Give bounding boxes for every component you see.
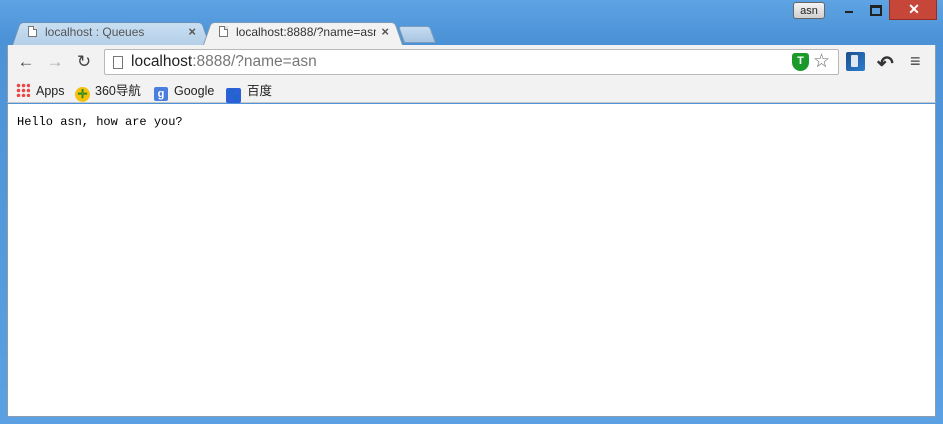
new-tab-button[interactable]	[397, 26, 437, 43]
url-text[interactable]: localhost:8888/?name=asn	[131, 53, 317, 71]
close-window-button[interactable]: ✕	[889, 0, 937, 20]
bookmark-google[interactable]: g Google	[154, 82, 215, 101]
bookmark-label: Apps	[36, 84, 65, 98]
shield-extension-icon[interactable]: T	[792, 53, 809, 71]
extension-icon[interactable]	[846, 52, 865, 71]
page-icon	[28, 26, 37, 37]
bookmarks-bar: Apps ✛ 360导航 g Google 🐾 百度	[7, 79, 936, 103]
google-icon: g	[154, 87, 168, 101]
360-icon: ✛	[75, 87, 90, 102]
tab-localhost-name-asn[interactable]: localhost:8888/?name=asn ×	[203, 20, 403, 45]
bookmark-360[interactable]: ✛ 360导航	[75, 82, 141, 102]
page-icon	[113, 56, 123, 69]
close-icon: ✕	[908, 1, 920, 17]
url-path: :8888/?name=asn	[192, 53, 317, 70]
page-body-text: Hello asn, how are you?	[17, 115, 183, 129]
page-content: Hello asn, how are you?	[7, 104, 936, 417]
bookmark-apps[interactable]: Apps	[16, 82, 65, 100]
bookmark-label: 百度	[247, 84, 273, 98]
page-icon	[219, 26, 228, 37]
browser-toolbar: ← → ↻ localhost:8888/?name=asn T ☆ ↶ ≡	[7, 45, 936, 79]
minimize-button[interactable]	[836, 0, 862, 20]
bookmark-baidu[interactable]: 🐾 百度	[226, 82, 273, 103]
apps-icon	[16, 83, 30, 97]
user-profile-button[interactable]: asn	[793, 2, 825, 19]
maximize-button[interactable]	[862, 0, 888, 20]
forward-arrow-icon[interactable]: →	[45, 52, 65, 72]
minimize-icon	[845, 11, 853, 13]
maximize-icon	[870, 5, 882, 16]
url-host: localhost	[131, 53, 193, 70]
bookmark-label: Google	[174, 84, 215, 98]
menu-icon[interactable]: ≡	[910, 51, 921, 72]
tab-close-icon[interactable]: ×	[381, 24, 389, 39]
undo-extension-icon[interactable]: ↶	[877, 51, 894, 76]
tab-localhost-queues[interactable]: localhost : Queues ×	[12, 20, 210, 45]
baidu-icon: 🐾	[226, 88, 241, 103]
tab-close-icon[interactable]: ×	[188, 24, 196, 39]
tab-title: localhost:8888/?name=asn	[236, 25, 376, 39]
bookmark-star-icon[interactable]: ☆	[813, 50, 830, 73]
bookmark-label: 360导航	[95, 84, 141, 98]
tab-title: localhost : Queues	[45, 25, 145, 39]
back-arrow-icon[interactable]: ←	[16, 52, 36, 72]
reload-icon[interactable]: ↻	[74, 52, 94, 72]
address-bar[interactable]: localhost:8888/?name=asn T ☆	[104, 49, 839, 75]
